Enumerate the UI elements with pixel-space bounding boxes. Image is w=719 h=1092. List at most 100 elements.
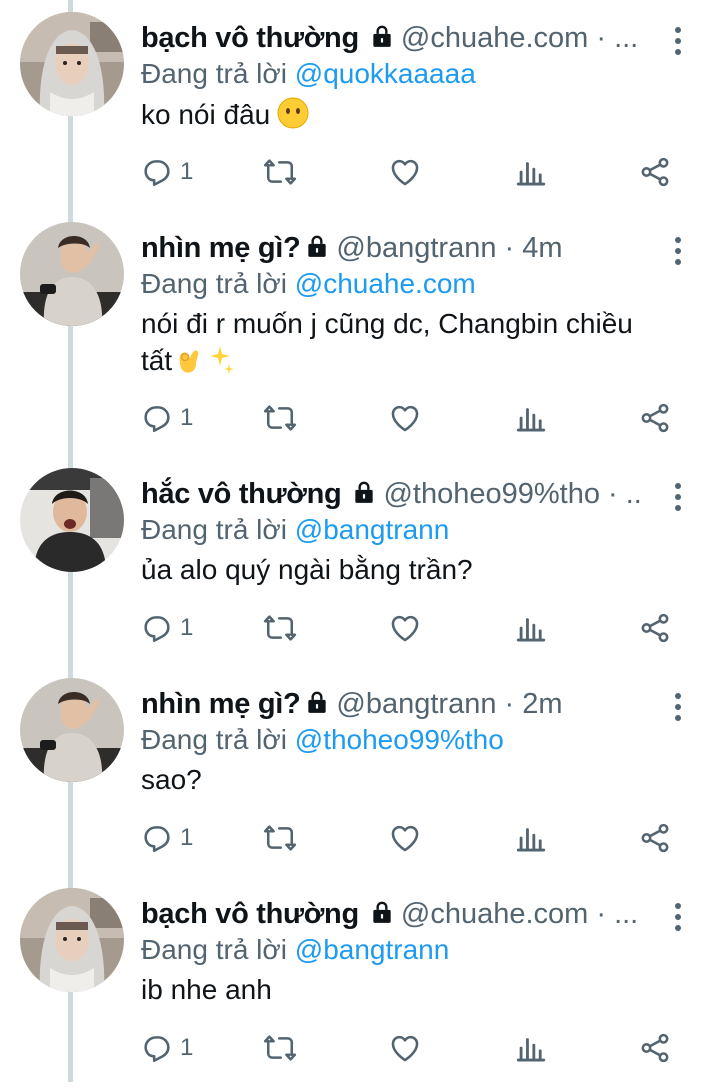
mention-link[interactable]: @quokkaaaaa	[295, 58, 476, 89]
like-button[interactable]	[388, 152, 422, 192]
analytics-icon	[514, 155, 548, 189]
lock-icon	[304, 689, 330, 715]
avatar[interactable]	[20, 468, 124, 572]
like-icon	[388, 1031, 422, 1065]
like-button[interactable]	[388, 1028, 422, 1068]
reply-icon	[140, 821, 174, 855]
mention-link[interactable]: @thoheo99%tho	[295, 724, 504, 755]
tweet-header: nhìn mẹ gì? @bangtrann · 2m	[141, 684, 641, 724]
tweet-actions: 1	[0, 398, 719, 438]
retweet-icon	[263, 611, 297, 645]
tweet[interactable]: nhìn mẹ gì? @bangtrann · 4m Đang trả lời …	[0, 216, 719, 426]
reply-count: 1	[180, 614, 194, 641]
share-button[interactable]	[638, 608, 672, 648]
reply-button[interactable]: 1	[140, 1028, 193, 1068]
analytics-button[interactable]	[514, 1028, 548, 1068]
like-button[interactable]	[388, 818, 422, 858]
share-icon	[638, 821, 672, 855]
tweet-text-content: sao?	[141, 764, 202, 795]
display-name[interactable]: hắc vô thường	[141, 478, 342, 510]
display-name[interactable]: bạch vô thường	[141, 22, 359, 54]
display-name[interactable]: nhìn mẹ gì?	[141, 232, 301, 264]
more-icon[interactable]	[666, 480, 690, 514]
tweet[interactable]: nhìn mẹ gì? @bangtrann · 2m Đang trả lời …	[0, 672, 719, 882]
retweet-button[interactable]	[263, 398, 297, 438]
like-icon	[388, 401, 422, 435]
reply-button[interactable]: 1	[140, 818, 193, 858]
tweet-text-line-1: nói đi r muốn j cũng dc, Changbin chiều	[141, 308, 633, 339]
mention-link[interactable]: @chuahe.com	[295, 268, 476, 299]
retweet-button[interactable]	[263, 152, 297, 192]
tweet[interactable]: bạch vô thường @chuahe.com · ... Đang trả…	[0, 6, 719, 216]
share-button[interactable]	[638, 818, 672, 858]
replying-to-label: Đang trả lời	[141, 58, 287, 89]
reply-icon	[140, 155, 174, 189]
like-button[interactable]	[388, 608, 422, 648]
avatar[interactable]	[20, 222, 124, 326]
neutral-face-emoji-icon	[277, 97, 309, 129]
reply-icon	[140, 611, 174, 645]
replying-to: Đang trả lời @thoheo99%tho	[141, 720, 504, 760]
analytics-icon	[514, 401, 548, 435]
retweet-icon	[263, 1031, 297, 1065]
analytics-icon	[514, 611, 548, 645]
replying-to: Đang trả lời @chuahe.com	[141, 264, 476, 304]
retweet-button[interactable]	[263, 1028, 297, 1068]
share-button[interactable]	[638, 1028, 672, 1068]
replying-to-label: Đang trả lời	[141, 724, 287, 755]
mention-link[interactable]: @bangtrann	[295, 514, 450, 545]
more-icon[interactable]	[666, 690, 690, 724]
more-icon[interactable]	[666, 24, 690, 58]
ok-hand-sparkles-emoji-icon	[179, 346, 235, 374]
avatar[interactable]	[20, 678, 124, 782]
reply-button[interactable]: 1	[140, 608, 193, 648]
tweet-actions: 1	[0, 152, 719, 192]
tweet-header: bạch vô thường @chuahe.com · ...	[141, 18, 641, 58]
reply-icon	[140, 1031, 174, 1065]
tweet-header: nhìn mẹ gì? @bangtrann · 4m	[141, 228, 641, 268]
tweet-text: sao?	[141, 762, 701, 798]
retweet-button[interactable]	[263, 818, 297, 858]
analytics-button[interactable]	[514, 152, 548, 192]
reply-icon	[140, 401, 174, 435]
tweet[interactable]: hắc vô thường @thoheo99%tho · ... Đang tr…	[0, 462, 719, 672]
share-button[interactable]	[638, 152, 672, 192]
retweet-button[interactable]	[263, 608, 297, 648]
display-name[interactable]: nhìn mẹ gì?	[141, 688, 301, 720]
avatar[interactable]	[20, 888, 124, 992]
replying-to-label: Đang trả lời	[141, 934, 287, 965]
lock-icon	[369, 23, 395, 49]
more-icon[interactable]	[666, 900, 690, 934]
replying-to: Đang trả lời @bangtrann	[141, 510, 449, 550]
lock-icon	[351, 479, 377, 505]
more-icon[interactable]	[666, 234, 690, 268]
retweet-icon	[263, 401, 297, 435]
share-icon	[638, 155, 672, 189]
tweet-text-content: ib nhe anh	[141, 974, 272, 1005]
avatar[interactable]	[20, 12, 124, 116]
share-button[interactable]	[638, 398, 672, 438]
reply-button[interactable]: 1	[140, 152, 193, 192]
analytics-button[interactable]	[514, 608, 548, 648]
handle-and-time: @thoheo99%tho · ...	[383, 478, 641, 510]
analytics-button[interactable]	[514, 398, 548, 438]
avatar-image	[20, 678, 124, 782]
like-icon	[388, 611, 422, 645]
tweet-actions: 1	[0, 608, 719, 648]
tweet-actions: 1	[0, 1028, 719, 1068]
like-button[interactable]	[388, 398, 422, 438]
analytics-button[interactable]	[514, 818, 548, 858]
replying-to-label: Đang trả lời	[141, 514, 287, 545]
share-icon	[638, 611, 672, 645]
display-name[interactable]: bạch vô thường	[141, 898, 359, 930]
handle-and-time: @chuahe.com · ...	[400, 22, 639, 54]
handle-and-time: @chuahe.com · ...	[400, 898, 639, 930]
tweet[interactable]: bạch vô thường @chuahe.com · ... Đang trả…	[0, 882, 719, 1092]
replying-to: Đang trả lời @quokkaaaaa	[141, 54, 476, 94]
mention-link[interactable]: @bangtrann	[295, 934, 450, 965]
reply-button[interactable]: 1	[140, 398, 193, 438]
lock-icon	[369, 899, 395, 925]
reply-count: 1	[180, 158, 194, 185]
retweet-icon	[263, 155, 297, 189]
share-icon	[638, 401, 672, 435]
